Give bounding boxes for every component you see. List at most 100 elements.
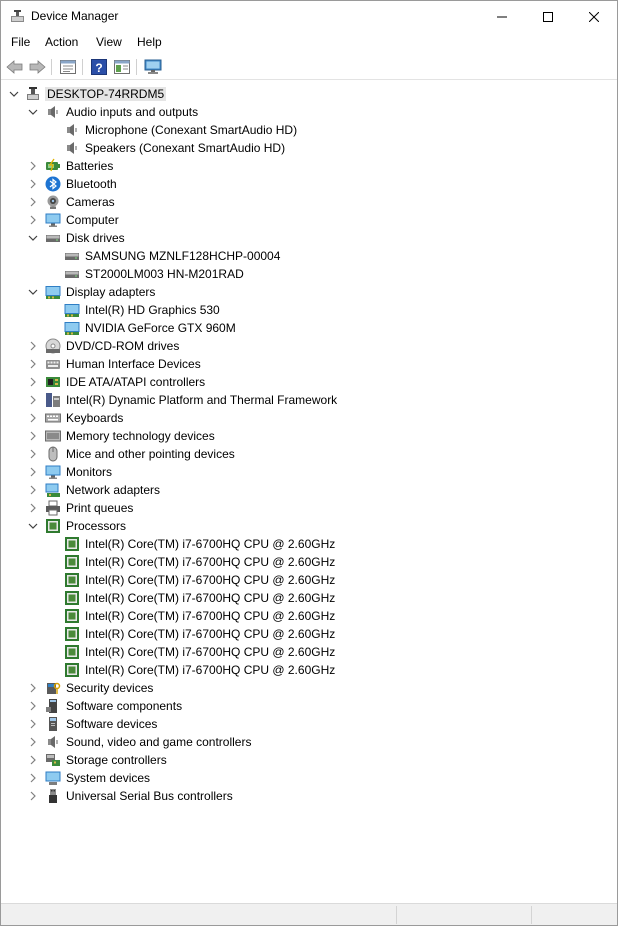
tree-device[interactable]: NVIDIA GeForce GTX 960M [2,319,602,337]
tree-category[interactable]: Sound, video and game controllers [2,733,602,751]
tree-category[interactable]: Computer [2,211,602,229]
tree-category[interactable]: Processors [2,517,602,535]
disk-icon [45,230,61,246]
tree-device[interactable]: Intel(R) HD Graphics 530 [2,301,602,319]
tree-category[interactable]: Memory technology devices [2,427,602,445]
tree-item-label: Sound, video and game controllers [66,735,252,749]
expand-chevron-icon[interactable] [27,772,39,784]
collapse-chevron-icon[interactable] [27,520,39,532]
battery-icon [45,158,61,174]
tree-item-label: Intel(R) HD Graphics 530 [85,303,220,317]
minimize-button[interactable] [479,1,525,32]
tree-device[interactable]: Intel(R) Core(TM) i7-6700HQ CPU @ 2.60GH… [2,571,602,589]
memory-icon [45,428,61,444]
tree-device[interactable]: Intel(R) Core(TM) i7-6700HQ CPU @ 2.60GH… [2,643,602,661]
tree-category[interactable]: Bluetooth [2,175,602,193]
expand-chevron-icon[interactable] [27,448,39,460]
tree-device[interactable]: Intel(R) Core(TM) i7-6700HQ CPU @ 2.60GH… [2,589,602,607]
tree-category[interactable]: Universal Serial Bus controllers [2,787,602,805]
tree-category[interactable]: Storage controllers [2,751,602,769]
tree-category[interactable]: Display adapters [2,283,602,301]
menu-action[interactable]: Action [45,35,78,49]
menu-help[interactable]: Help [137,35,162,49]
collapse-chevron-icon[interactable] [8,88,20,100]
tree-device[interactable]: Microphone (Conexant SmartAudio HD) [2,121,602,139]
tree-category[interactable]: Software components [2,697,602,715]
tree-item-label: Intel(R) Core(TM) i7-6700HQ CPU @ 2.60GH… [85,627,336,641]
tree-device[interactable]: Intel(R) Core(TM) i7-6700HQ CPU @ 2.60GH… [2,625,602,643]
tree-category[interactable]: IDE ATA/ATAPI controllers [2,373,602,391]
tree-category[interactable]: Keyboards [2,409,602,427]
back-button[interactable] [5,57,25,77]
expand-chevron-icon[interactable] [27,682,39,694]
bluetooth-icon [45,176,61,192]
scan-hardware-button[interactable] [143,57,163,77]
collapse-chevron-icon[interactable] [27,106,39,118]
expand-chevron-icon[interactable] [27,718,39,730]
speaker-icon [45,734,61,750]
help-button[interactable]: ? [89,57,109,77]
processor-icon [64,572,80,588]
expand-chevron-icon[interactable] [27,358,39,370]
device-tree[interactable]: DESKTOP-74RRDM5 Audio inputs and outputs M… [2,85,617,901]
disk-icon [64,248,80,264]
tree-category[interactable]: Disk drives [2,229,602,247]
expand-chevron-icon[interactable] [27,466,39,478]
tree-category[interactable]: Print queues [2,499,602,517]
expand-chevron-icon[interactable] [27,790,39,802]
tree-category[interactable]: Human Interface Devices [2,355,602,373]
tree-device[interactable]: Intel(R) Core(TM) i7-6700HQ CPU @ 2.60GH… [2,661,602,679]
tree-device[interactable]: SAMSUNG MZNLF128HCHP-00004 [2,247,602,265]
tree-category[interactable]: Mice and other pointing devices [2,445,602,463]
expand-chevron-icon[interactable] [27,376,39,388]
tree-category[interactable]: Monitors [2,463,602,481]
tree-category[interactable]: DVD/CD-ROM drives [2,337,602,355]
collapse-chevron-icon[interactable] [27,286,39,298]
expand-chevron-icon[interactable] [27,178,39,190]
expand-chevron-icon[interactable] [27,502,39,514]
menu-file[interactable]: File [11,35,30,49]
processor-icon [64,662,80,678]
tree-category[interactable]: Batteries [2,157,602,175]
expand-chevron-icon[interactable] [27,700,39,712]
keyboard-icon [45,410,61,426]
device-manager-app-icon [10,9,25,24]
tree-device[interactable]: Speakers (Conexant SmartAudio HD) [2,139,602,157]
expand-chevron-icon[interactable] [27,160,39,172]
tree-category[interactable]: Security devices [2,679,602,697]
maximize-button[interactable] [525,1,571,32]
expand-chevron-icon[interactable] [27,214,39,226]
maximize-icon [543,11,553,22]
expand-chevron-icon[interactable] [27,430,39,442]
properties-icon [60,60,76,74]
tree-category[interactable]: Network adapters [2,481,602,499]
processor-icon [64,554,80,570]
tree-root-computer[interactable]: DESKTOP-74RRDM5 [2,85,602,103]
tree-device[interactable]: Intel(R) Core(TM) i7-6700HQ CPU @ 2.60GH… [2,607,602,625]
monitor-icon [45,464,61,480]
forward-button[interactable] [27,57,47,77]
close-button[interactable] [571,1,617,32]
tree-device[interactable]: Intel(R) Core(TM) i7-6700HQ CPU @ 2.60GH… [2,535,602,553]
tree-category[interactable]: Software devices [2,715,602,733]
tree-category[interactable]: System devices [2,769,602,787]
menu-view[interactable]: View [96,35,122,49]
expand-chevron-icon[interactable] [27,412,39,424]
tree-category[interactable]: Cameras [2,193,602,211]
expand-chevron-icon[interactable] [27,196,39,208]
expand-chevron-icon[interactable] [27,754,39,766]
tree-category[interactable]: Audio inputs and outputs [2,103,602,121]
tree-device[interactable]: ST2000LM003 HN-M201RAD [2,265,602,283]
action-view-button[interactable] [112,57,132,77]
tree-item-label: Intel(R) Core(TM) i7-6700HQ CPU @ 2.60GH… [85,573,336,587]
properties-button[interactable] [58,57,78,77]
expand-chevron-icon[interactable] [27,736,39,748]
tree-device[interactable]: Intel(R) Core(TM) i7-6700HQ CPU @ 2.60GH… [2,553,602,571]
title-bar[interactable]: Device Manager [1,1,617,32]
expand-chevron-icon[interactable] [27,394,39,406]
processor-icon [64,626,80,642]
tree-category[interactable]: Intel(R) Dynamic Platform and Thermal Fr… [2,391,602,409]
collapse-chevron-icon[interactable] [27,232,39,244]
expand-chevron-icon[interactable] [27,340,39,352]
expand-chevron-icon[interactable] [27,484,39,496]
